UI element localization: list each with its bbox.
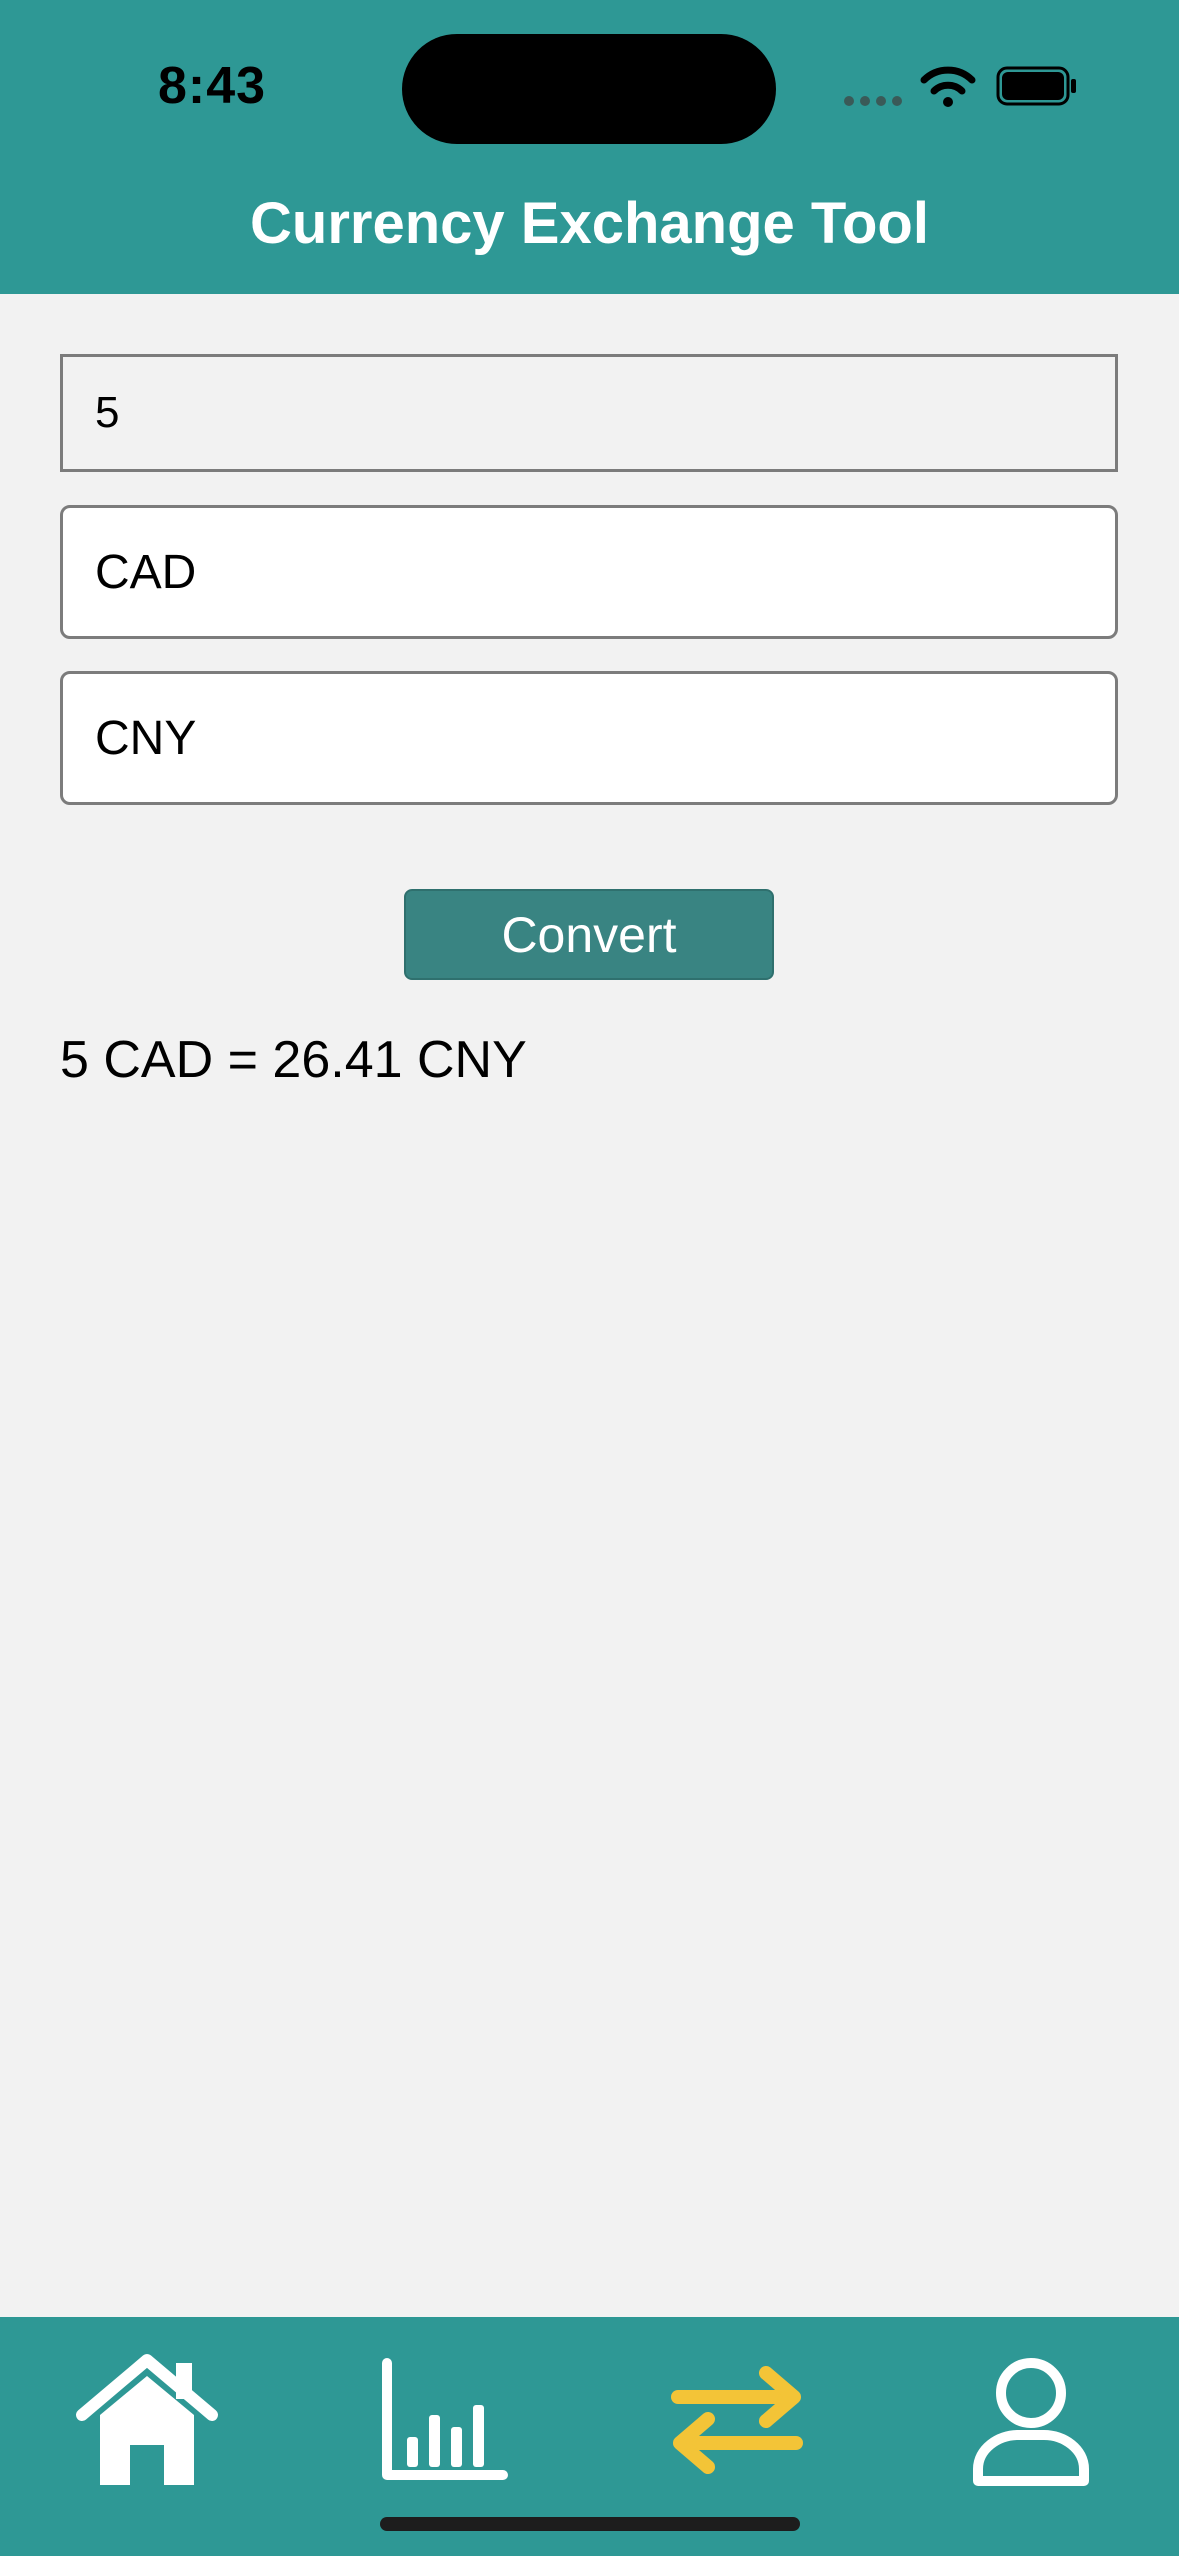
signal-dot: [876, 96, 886, 106]
tab-charts[interactable]: [367, 2345, 517, 2495]
amount-input[interactable]: [60, 354, 1118, 472]
status-indicators: [844, 62, 1084, 112]
status-time: 8:43: [158, 57, 267, 115]
tab-profile[interactable]: [956, 2345, 1106, 2495]
tab-home[interactable]: [72, 2345, 222, 2495]
battery-icon: [996, 66, 1076, 106]
signal-dot: [860, 96, 870, 106]
home-indicator: [380, 2517, 800, 2531]
signal-dot: [844, 96, 854, 106]
convert-button[interactable]: Convert: [404, 889, 774, 980]
user-icon: [973, 2358, 1089, 2486]
home-icon: [76, 2354, 218, 2485]
bottom-tab-bar: [0, 2317, 1179, 2556]
dynamic-island: [402, 34, 776, 144]
signal-dot: [892, 96, 902, 106]
from-currency-field[interactable]: [60, 505, 1118, 639]
tab-exchange[interactable]: [662, 2345, 812, 2495]
to-currency-field[interactable]: [60, 671, 1118, 805]
bar-chart-icon: [382, 2358, 508, 2480]
exchange-arrows-icon: [671, 2366, 803, 2474]
page-title: Currency Exchange Tool: [250, 191, 929, 256]
app-header: 8:43 Currency Exchange Tool: [0, 0, 1179, 294]
wifi-icon: [920, 66, 976, 107]
conversion-result: 5 CAD = 26.41 CNY: [60, 1031, 527, 1089]
